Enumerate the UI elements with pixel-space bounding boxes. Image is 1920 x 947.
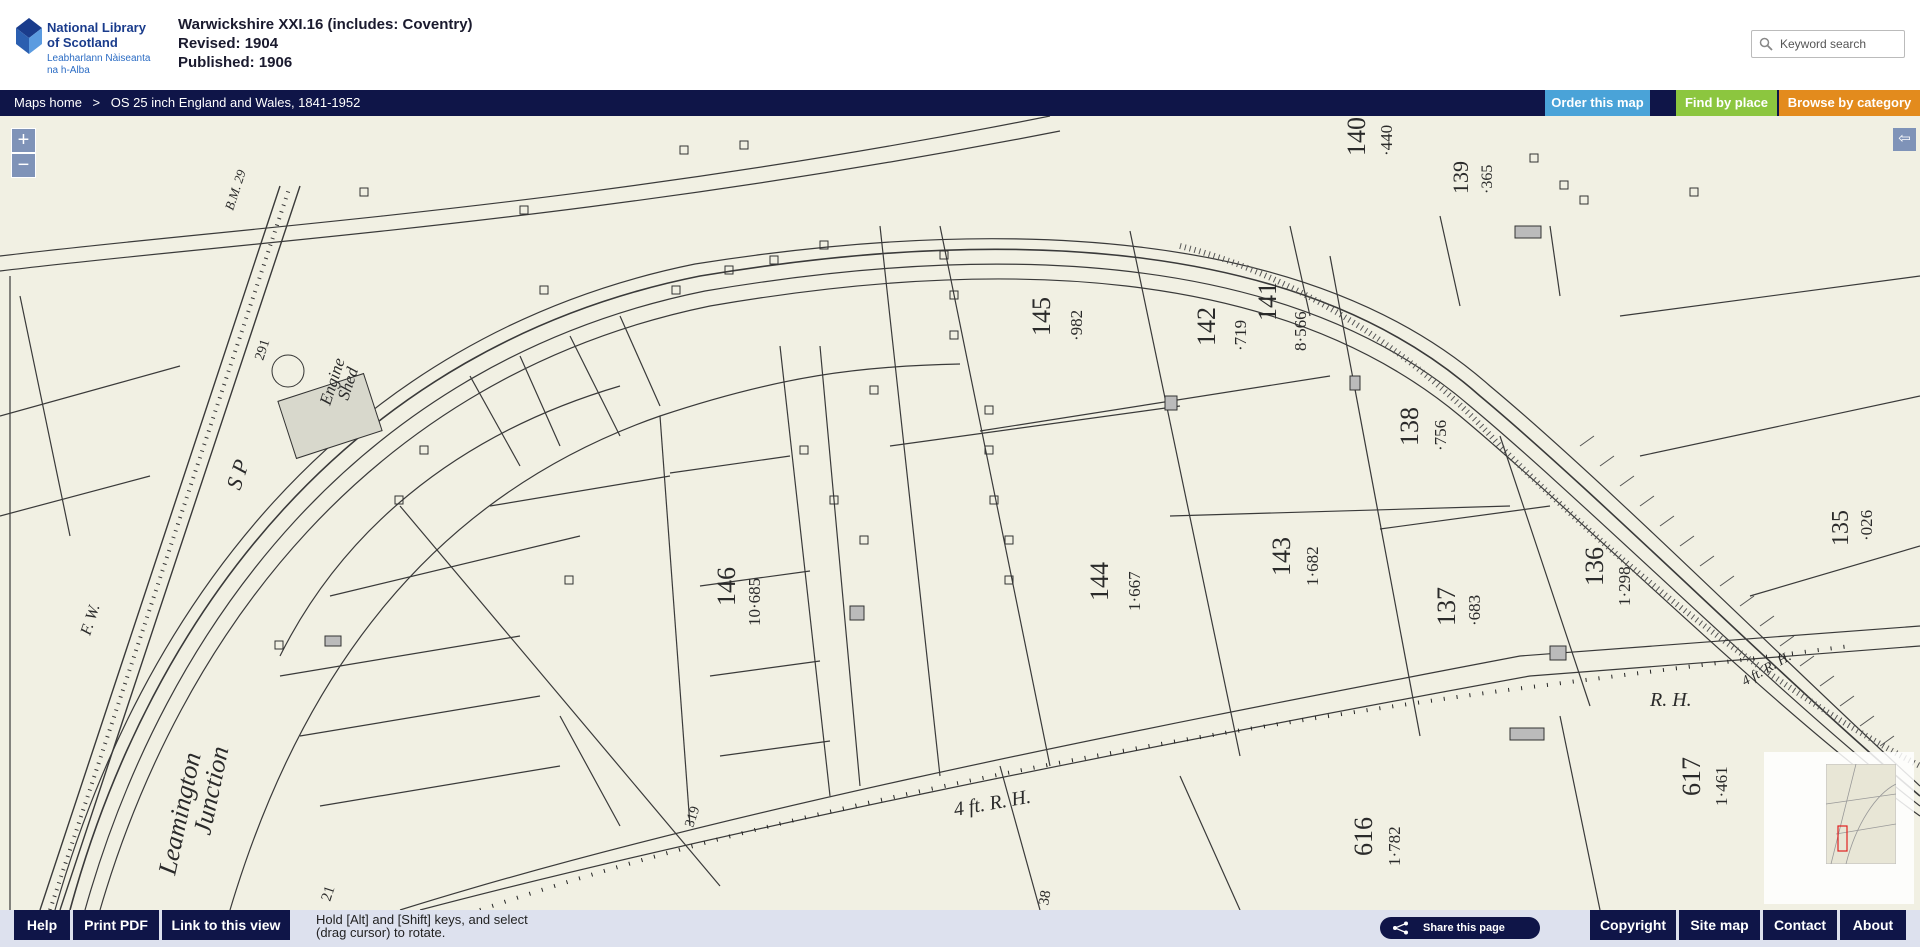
site-map-button[interactable]: Site map: [1679, 910, 1760, 940]
keyword-search-input[interactable]: [1778, 34, 1902, 54]
footer-bar: Help Print PDF Link to this view Hold [A…: [0, 910, 1920, 947]
parcel-146-acreage: 10·685: [745, 578, 764, 626]
logo-title-line-2: of Scotland: [47, 35, 118, 50]
number-21-label: 21: [319, 884, 339, 903]
nls-logo-icon: [16, 18, 42, 54]
logo-gaelic-line-1: Leabharlann Nàiseanta: [47, 53, 151, 64]
collapse-panel-button[interactable]: ⇦: [1893, 128, 1916, 151]
zoom-in-button[interactable]: +: [11, 128, 36, 153]
nls-logo[interactable]: National Library of Scotland Leabharlann…: [14, 14, 154, 78]
parcel-136-number: 136: [1580, 547, 1609, 586]
parcel-137-acreage: ·683: [1465, 595, 1484, 626]
parcel-144-number: 144: [1085, 562, 1114, 601]
overview-map-thumbnail: [1826, 764, 1896, 864]
about-button[interactable]: About: [1840, 910, 1906, 940]
number-38-label: 38: [1036, 889, 1054, 907]
search-icon: [1759, 37, 1773, 51]
parcel-137-number: 137: [1432, 587, 1461, 626]
rotate-hint: Hold [Alt] and [Shift] keys, and select …: [316, 913, 528, 939]
link-to-view-button[interactable]: Link to this view: [162, 910, 290, 940]
contact-button[interactable]: Contact: [1763, 910, 1837, 940]
map-published: Published: 1906: [178, 54, 293, 71]
historic-os-map[interactable]: 140 ·440 139 ·365 145 ·982 142 ·719 141 …: [0, 116, 1920, 910]
number-319-label: 319: [683, 805, 704, 830]
parcel-146-number: 146: [712, 567, 741, 606]
parcel-145-number: 145: [1027, 297, 1056, 336]
share-icon: [1393, 921, 1408, 935]
parcel-143-number: 143: [1267, 537, 1296, 576]
breadcrumb-separator: >: [92, 95, 101, 110]
print-pdf-button[interactable]: Print PDF: [73, 910, 159, 940]
parcel-617-acreage: 1·461: [1712, 766, 1731, 806]
parcel-143-acreage: 1·682: [1303, 546, 1322, 586]
parcel-144-acreage: 1·667: [1125, 571, 1144, 611]
rh-label-1: 4 ft. R. H.: [952, 786, 1032, 821]
parcel-140-acreage: ·440: [1377, 125, 1396, 156]
order-map-button[interactable]: Order this map: [1545, 90, 1650, 116]
breadcrumb-series-link[interactable]: OS 25 inch England and Wales, 1841-1952: [111, 95, 361, 110]
number-291-label: 291: [253, 338, 274, 363]
browse-by-category-button[interactable]: Browse by category: [1779, 90, 1920, 116]
parcel-141-acreage: 8·566: [1291, 311, 1310, 351]
parcel-141-number: 141: [1253, 282, 1282, 321]
logo-gaelic-line-2: na h-Alba: [47, 65, 90, 76]
map-title: Warwickshire XXI.16 (includes: Coventry): [178, 16, 473, 33]
map-revised: Revised: 1904: [178, 35, 279, 52]
logo-title-line-1: National Library: [47, 20, 146, 35]
find-by-place-button[interactable]: Find by place: [1676, 90, 1777, 116]
bench-mark-label: B.M. 29: [222, 167, 249, 212]
search-box[interactable]: [1751, 30, 1905, 58]
parcel-138-number: 138: [1395, 407, 1424, 446]
parcel-617-number: 617: [1677, 757, 1706, 796]
parcel-136-acreage: 1·298: [1615, 566, 1634, 606]
parcel-142-acreage: ·719: [1231, 320, 1250, 351]
map-viewer[interactable]: 140 ·440 139 ·365 145 ·982 142 ·719 141 …: [0, 116, 1920, 910]
parcel-135-acreage: ·026: [1857, 510, 1876, 541]
share-page-button[interactable]: Share this page: [1380, 917, 1540, 939]
share-page-label: Share this page: [1423, 922, 1505, 934]
overview-map[interactable]: [1764, 752, 1914, 904]
parcel-135-number: 135: [1828, 510, 1854, 546]
help-button[interactable]: Help: [14, 910, 70, 940]
parcel-616-acreage: 1·782: [1385, 826, 1404, 866]
map-info: Warwickshire XXI.16 (includes: Coventry)…: [178, 15, 473, 72]
parcel-145-acreage: ·982: [1067, 310, 1086, 341]
rotate-hint-line-2: (drag cursor) to rotate.: [316, 925, 446, 940]
fw-label: F. W.: [77, 602, 103, 638]
breadcrumb: Maps home > OS 25 inch England and Wales…: [14, 95, 360, 110]
parcel-139-number: 139: [1448, 161, 1473, 194]
breadcrumb-home-link[interactable]: Maps home: [14, 95, 82, 110]
signal-post-label: S P: [221, 456, 254, 492]
zoom-out-button[interactable]: −: [11, 153, 36, 178]
parcel-140-number: 140: [1342, 117, 1371, 156]
parcel-139-acreage: ·365: [1479, 165, 1496, 194]
copyright-button[interactable]: Copyright: [1590, 910, 1676, 940]
nav-bar: Maps home > OS 25 inch England and Wales…: [0, 90, 1920, 116]
parcel-616-number: 616: [1349, 817, 1378, 856]
parcel-142-number: 142: [1192, 307, 1221, 346]
rh-label-2: R. H.: [1649, 689, 1692, 711]
parcel-138-acreage: ·756: [1431, 420, 1450, 451]
site-header: National Library of Scotland Leabharlann…: [0, 0, 1920, 90]
